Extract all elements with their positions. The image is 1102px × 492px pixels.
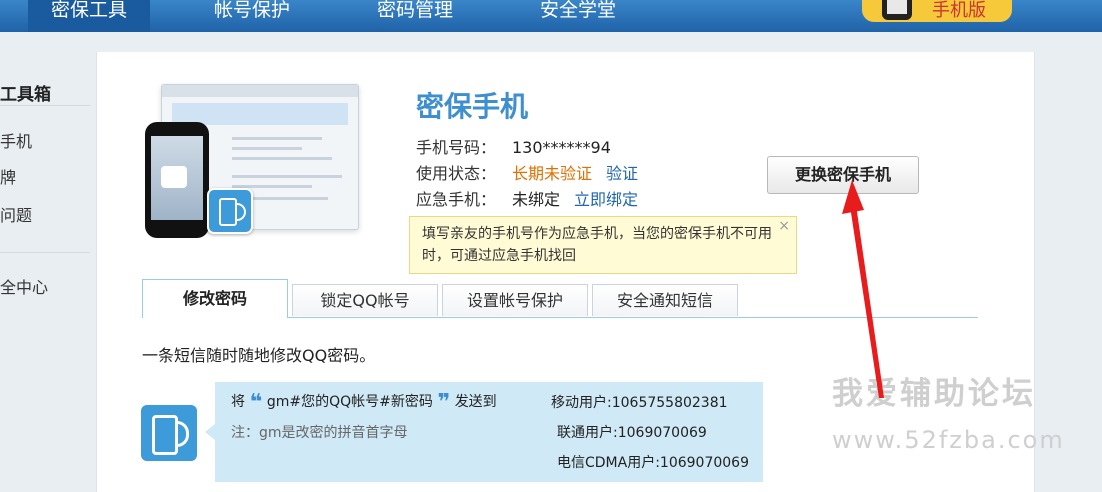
- nav-tab-security-school[interactable]: 安全学堂: [516, 0, 640, 32]
- close-quote-icon: ❞: [437, 390, 451, 415]
- carrier-mobile: 移动用户:1065755802381: [551, 395, 728, 411]
- bind-now-link[interactable]: 立即绑定: [574, 190, 638, 209]
- emergency-phone-value: 未绑定: [512, 190, 561, 209]
- nav-tab-security-tools[interactable]: 密保工具: [28, 0, 150, 32]
- phone-number-label: 手机号码：: [416, 138, 497, 157]
- status-value: 长期未验证: [512, 164, 593, 183]
- nav-tab-account-protection[interactable]: 帐号保护: [190, 0, 314, 32]
- change-security-phone-button[interactable]: 更换密保手机: [767, 156, 919, 194]
- sms-suffix: 发送到: [454, 394, 497, 410]
- sms-note: 注：gm是改密的拼音首字母: [231, 425, 408, 441]
- sidebar-divider: [0, 105, 90, 106]
- sidebar-title: 工具箱: [0, 85, 51, 105]
- tab-security-sms[interactable]: 安全通知短信: [592, 284, 738, 316]
- verify-link[interactable]: 验证: [606, 164, 638, 183]
- status-label: 使用状态：: [416, 164, 497, 183]
- tab-set-account-protection[interactable]: 设置帐号保护: [442, 284, 588, 316]
- sms-command: gm#您的QQ帐号#新密码: [266, 394, 433, 410]
- emergency-phone-row: 应急手机： 未绑定 立即绑定: [416, 186, 638, 210]
- sms-prefix: 将: [231, 394, 245, 410]
- carrier-unicom: 联通用户:1069070069: [557, 425, 707, 441]
- tab-change-password[interactable]: 修改密码: [142, 279, 288, 318]
- watermark-url: www.52fzba.com: [832, 426, 1065, 454]
- sms-command-line: 将 ❝ gm#您的QQ帐号#新密码 ❞ 发送到: [231, 390, 497, 415]
- sidebar-item-question[interactable]: 问题: [0, 202, 32, 226]
- phone-icon: [882, 0, 912, 20]
- mobile-promo-banner[interactable]: 手机版: [862, 0, 1012, 22]
- emergency-phone-label: 应急手机：: [416, 190, 497, 209]
- sms-icon: [141, 405, 197, 461]
- close-icon[interactable]: ×: [778, 219, 790, 233]
- open-quote-icon: ❝: [249, 390, 263, 415]
- sms-phone-icon: [207, 188, 253, 234]
- nav-tab-password-management[interactable]: 密码管理: [353, 0, 477, 32]
- hero-illustration: [137, 82, 367, 242]
- tooltip-text: 填写亲友的手机号作为应急手机，当您的密保手机不可用时，可通过应急手机找回: [422, 226, 772, 264]
- watermark-title: 我爱辅助论坛: [832, 376, 1036, 412]
- sidebar-item-token[interactable]: 牌: [0, 164, 16, 188]
- tab-lock-qq-account[interactable]: 锁定QQ帐号: [292, 284, 438, 316]
- emergency-phone-tooltip: 填写亲友的手机号作为应急手机，当您的密保手机不可用时，可通过应急手机找回 ×: [409, 216, 797, 274]
- sms-box-pointer: [205, 424, 215, 440]
- tab-description: 一条短信随时随地修改QQ密码。: [142, 346, 376, 365]
- carrier-telecom: 电信CDMA用户:1069070069: [557, 455, 750, 471]
- phone-number-row: 手机号码： 130******94: [416, 134, 611, 158]
- sidebar-item-security-center[interactable]: 全中心: [0, 274, 48, 298]
- top-navigation: 密保工具 帐号保护 密码管理 安全学堂 手机版: [0, 0, 1102, 32]
- sidebar-item-phone[interactable]: 手机: [0, 128, 32, 152]
- status-row: 使用状态： 长期未验证 验证: [416, 160, 638, 184]
- sidebar-divider: [0, 252, 90, 253]
- left-sidebar: 工具箱 手机 牌 问题 全中心: [0, 52, 96, 479]
- phone-illustration: [145, 122, 209, 238]
- page-title: 密保手机: [416, 90, 529, 123]
- promo-label: 手机版: [932, 0, 986, 21]
- phone-number-value: 130******94: [512, 138, 611, 157]
